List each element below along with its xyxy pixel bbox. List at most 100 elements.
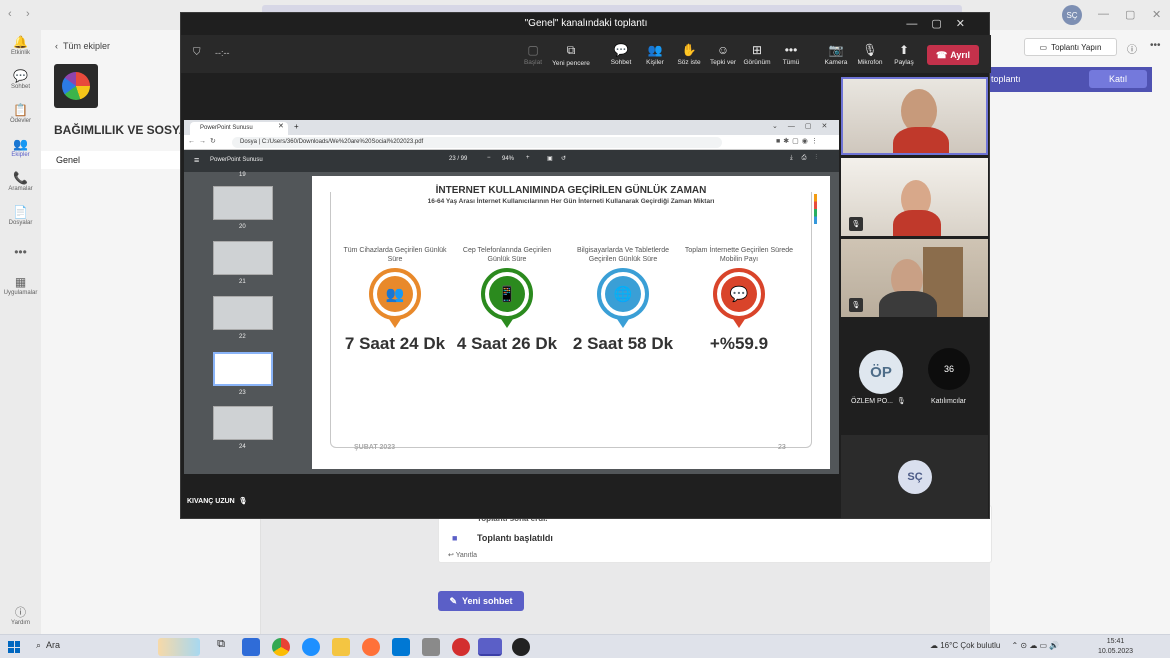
new-tab-icon[interactable]: + bbox=[294, 122, 299, 131]
stat-value: 4 Saat 26 Dk bbox=[456, 334, 558, 353]
user-avatar[interactable]: SÇ bbox=[1062, 5, 1082, 25]
windows-start-icon[interactable] bbox=[8, 641, 20, 653]
reply-link[interactable]: ↩ Yanıtla bbox=[448, 551, 477, 559]
forward-arrow-icon[interactable]: › bbox=[26, 8, 30, 20]
meeting-timer: --:-- bbox=[215, 48, 230, 58]
toolbar-label: Sohbet bbox=[610, 59, 632, 66]
minimize-icon[interactable]: — bbox=[1098, 8, 1109, 20]
mail-icon[interactable] bbox=[392, 638, 410, 656]
thumbnail-number: 19 bbox=[239, 172, 246, 178]
back-arrow-icon[interactable]: ‹ bbox=[8, 8, 12, 20]
team-logo bbox=[54, 64, 98, 108]
apps-icon: ▦ bbox=[14, 275, 27, 289]
pdf-zoom[interactable]: 94% bbox=[502, 156, 514, 162]
back-to-teams-link[interactable]: ‹ Tüm ekipler bbox=[55, 41, 110, 51]
rail-item-4[interactable]: 📞 Aramalar bbox=[0, 171, 41, 192]
rail-item-2[interactable]: 📋 Ödevler bbox=[0, 103, 41, 124]
browser-window-controls[interactable]: ⌄—▢✕ bbox=[772, 122, 837, 130]
browser-address-bar: ←→↻ Dosya | C:/Users/360/Downloads/We%20… bbox=[184, 135, 839, 150]
participant-body bbox=[893, 127, 949, 153]
meeting-window-controls[interactable]: —▢✕ bbox=[906, 17, 979, 30]
globe-icon: 🌐 bbox=[605, 276, 641, 312]
system-tray[interactable]: ☁ 16°C Çok bulutlu ⌃ ⊙ ☁ ▭ 🔊 bbox=[930, 641, 1059, 650]
rotate-icon[interactable]: ↺ bbox=[561, 155, 566, 162]
mic-off-icon: 🎙 bbox=[849, 217, 863, 231]
join-button[interactable]: Katıl bbox=[1089, 70, 1147, 88]
compose-icon: ✎ bbox=[449, 595, 458, 606]
zoom-out-icon[interactable]: − bbox=[487, 155, 491, 161]
more-options-icon[interactable]: ••• bbox=[1150, 40, 1161, 51]
slide-page: İNTERNET KULLANIMINDA GEÇİRİLEN GÜNLÜK Z… bbox=[312, 176, 830, 469]
pdf-thumbnail[interactable] bbox=[213, 296, 273, 330]
pdf-actions-icons[interactable]: ⤓⎙⋮ bbox=[790, 155, 826, 162]
nav-arrows-icon[interactable]: ←→↻ bbox=[188, 137, 220, 145]
toolbar-label: Görünüm bbox=[743, 59, 771, 66]
firefox-icon[interactable] bbox=[362, 638, 380, 656]
close-icon[interactable]: ✕ bbox=[1152, 8, 1161, 21]
toolbar-label: Mikrofon bbox=[857, 59, 883, 66]
participant-video-3[interactable]: 🎙 bbox=[841, 239, 988, 317]
help-button[interactable]: ⓘ Yardım bbox=[0, 604, 41, 626]
phone-icon: 📞 bbox=[13, 171, 28, 185]
file-explorer-icon[interactable] bbox=[332, 638, 350, 656]
participants-label: Katılımcılar bbox=[931, 398, 967, 405]
rail-item-0[interactable]: 🔔 Etkinlik bbox=[0, 35, 41, 56]
toolbar-label: Başlat bbox=[523, 59, 543, 66]
toolbar-button-7[interactable]: ••• Tümü bbox=[769, 43, 813, 66]
fit-page-icon[interactable]: ▣ bbox=[547, 155, 553, 162]
teams-taskbar-icon[interactable] bbox=[478, 638, 502, 656]
participant-count[interactable]: 36 bbox=[928, 348, 970, 390]
stat-label: Cep Telefonlarında Geçirilen Günlük Süre bbox=[462, 247, 552, 263]
pdf-thumbnail[interactable] bbox=[213, 241, 273, 275]
stat-value: 7 Saat 24 Dk bbox=[344, 334, 446, 353]
self-avatar[interactable]: SÇ bbox=[898, 460, 932, 494]
chrome-icon[interactable] bbox=[272, 638, 290, 656]
browser-tab[interactable]: PowerPoint Sunusu bbox=[190, 122, 288, 135]
meeting-title: "Genel" kanalındaki toplantı bbox=[524, 18, 648, 29]
stat-pin: 👥 bbox=[369, 268, 421, 328]
participant-video-1[interactable] bbox=[841, 77, 988, 155]
rail-item-1[interactable]: 💬 Sohbet bbox=[0, 69, 41, 90]
pdf-thumbnail[interactable] bbox=[213, 352, 273, 386]
toolbar-label: Kamera bbox=[824, 59, 848, 66]
pdf-thumbnail[interactable] bbox=[213, 186, 273, 220]
rail-item-5[interactable]: 📄 Dosyalar bbox=[0, 205, 41, 226]
app-icon[interactable] bbox=[452, 638, 470, 656]
zoom-in-icon[interactable]: + bbox=[526, 155, 530, 161]
tray-icons[interactable]: ⌃ ⊙ ☁ ▭ 🔊 bbox=[1011, 641, 1059, 650]
rail-item-6[interactable]: ••• bbox=[0, 245, 41, 260]
rail-item-label: Ödevler bbox=[9, 118, 31, 124]
participant-video-2[interactable]: 🎙 bbox=[841, 158, 988, 236]
edge-icon[interactable] bbox=[302, 638, 320, 656]
stat-pin: 🌐 bbox=[597, 268, 649, 328]
rail-item-7[interactable]: ▦ Uygulamalar bbox=[0, 275, 41, 296]
participant-avatar-op[interactable]: ÖP bbox=[859, 350, 903, 394]
stat-column: Tüm Cihazlarda Geçirilen Günlük Süre 👥 7 S… bbox=[340, 234, 450, 353]
teams-icon: 👥 bbox=[13, 137, 28, 151]
toolbar-button-1[interactable]: ⧉ Yeni pencere bbox=[549, 43, 593, 67]
extension-icons[interactable]: ■✱▢◉⋮ bbox=[776, 137, 821, 145]
url-field[interactable]: Dosya | C:/Users/360/Downloads/We%20are%… bbox=[232, 137, 722, 148]
meet-now-button[interactable]: ▭ Toplantı Yapın bbox=[1024, 38, 1117, 56]
menu-icon[interactable]: ≡ bbox=[194, 155, 199, 165]
new-chat-button[interactable]: ✎ Yeni sohbet bbox=[438, 591, 524, 611]
shield-icon: ⛉ bbox=[193, 47, 201, 58]
system-clock[interactable]: 15:41 10.05.2023 bbox=[1098, 637, 1133, 657]
pdf-page-indicator[interactable]: 23 / 99 bbox=[449, 156, 467, 162]
app-icon[interactable] bbox=[512, 638, 530, 656]
rail-item-3[interactable]: 👥 Ekipler bbox=[0, 137, 41, 158]
task-view-icon[interactable]: ⧉ bbox=[212, 638, 230, 656]
toolbar-button-10[interactable]: ⬆ Paylaş bbox=[882, 43, 926, 66]
store-icon[interactable] bbox=[242, 638, 260, 656]
leave-button[interactable]: ☎ Ayrıl bbox=[927, 45, 979, 65]
thumbnail-number: 20 bbox=[239, 224, 246, 230]
app-rail: 🔔 Etkinlik 💬 Sohbet 📋 Ödevler 👥 Ekipler 📞 Aramala… bbox=[0, 30, 41, 634]
people-group-icon: 👥 bbox=[377, 276, 413, 312]
taskbar-search[interactable]: ⌕ Ara bbox=[36, 640, 60, 651]
search-highlight-icon[interactable] bbox=[158, 638, 200, 656]
info-icon[interactable]: ⓘ bbox=[1127, 41, 1137, 56]
tab-close-icon[interactable]: ✕ bbox=[278, 122, 284, 130]
app-icon[interactable] bbox=[422, 638, 440, 656]
pdf-thumbnail[interactable] bbox=[213, 406, 273, 440]
maximize-icon[interactable]: ▢ bbox=[1125, 8, 1135, 21]
